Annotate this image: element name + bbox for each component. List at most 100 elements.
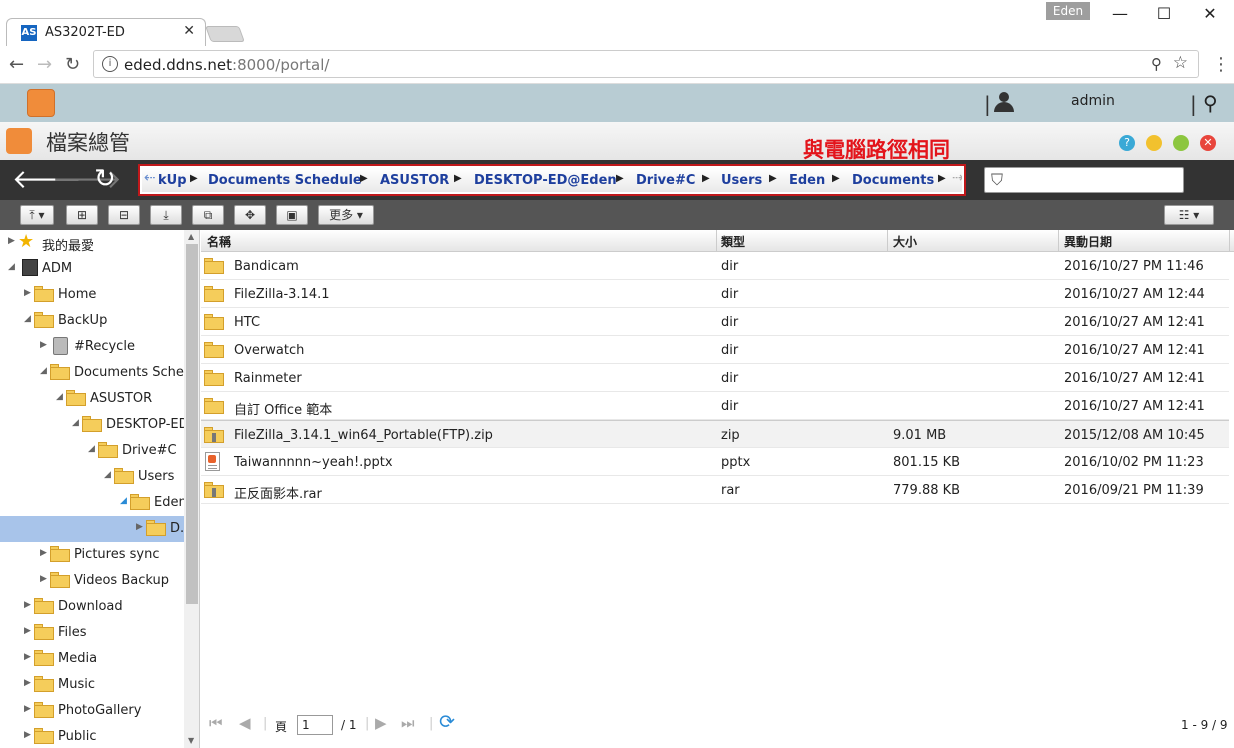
folder-icon bbox=[34, 624, 54, 640]
new-tab-button[interactable] bbox=[205, 26, 245, 42]
table-row[interactable]: FileZilla_3.14.1_win64_Portable(FTP).zip… bbox=[201, 420, 1229, 448]
next-page-icon[interactable]: ▶ bbox=[375, 714, 387, 732]
breadcrumb-item[interactable]: kUp bbox=[158, 173, 187, 188]
tree-label: Public bbox=[58, 729, 97, 744]
search-icon[interactable]: ⚲ bbox=[1203, 91, 1218, 115]
column-name[interactable]: 名稱 bbox=[207, 233, 231, 250]
file-type: dir bbox=[721, 371, 739, 386]
refresh-icon[interactable]: ↻ bbox=[94, 164, 116, 194]
table-row[interactable]: 正反面影本.rar rar 779.88 KB 2016/09/21 PM 11… bbox=[201, 476, 1229, 504]
maximize-icon[interactable]: ☐ bbox=[1154, 4, 1174, 23]
expand-icon: ▶ bbox=[8, 236, 15, 246]
scroll-left-icon[interactable]: ⇠ bbox=[144, 170, 156, 186]
star-icon: ★ bbox=[18, 231, 35, 252]
separator: | bbox=[263, 716, 268, 731]
column-modified[interactable]: 異動日期 bbox=[1064, 233, 1112, 250]
breadcrumb-item[interactable]: DESKTOP-ED@Eden bbox=[474, 173, 617, 188]
column-type[interactable]: 類型 bbox=[721, 233, 745, 250]
minimize-window-icon[interactable] bbox=[1146, 135, 1162, 151]
file-date: 2016/10/27 AM 12:41 bbox=[1064, 343, 1205, 358]
table-row[interactable]: HTC dir 2016/10/27 AM 12:41 bbox=[201, 308, 1229, 336]
window-titlebar: 檔案總管 bbox=[0, 122, 1234, 160]
table-row[interactable]: Overwatch dir 2016/10/27 AM 12:41 bbox=[201, 336, 1229, 364]
tree-label: #Recycle bbox=[74, 339, 135, 354]
breadcrumb-separator-icon: ▶ bbox=[454, 173, 462, 184]
file-date: 2016/10/27 AM 12:41 bbox=[1064, 399, 1205, 414]
back-icon[interactable]: ← bbox=[9, 54, 24, 75]
scroll-down-icon[interactable]: ▼ bbox=[188, 736, 194, 745]
move-button[interactable]: ✥ bbox=[234, 205, 266, 225]
file-type: rar bbox=[721, 483, 740, 498]
page-label: 頁 bbox=[275, 720, 288, 734]
breadcrumb-item[interactable]: Documents bbox=[852, 173, 934, 188]
reload-icon[interactable]: ↻ bbox=[65, 54, 80, 75]
user-icon[interactable] bbox=[994, 92, 1014, 112]
browser-tab[interactable]: AS AS3202T-ED ✕ bbox=[6, 18, 206, 46]
tree-label: Pictures sync bbox=[74, 547, 160, 562]
archive-button[interactable]: ⊟ bbox=[108, 205, 140, 225]
download-button[interactable]: ⤓ bbox=[150, 205, 182, 225]
upload-button[interactable]: ⤒ ▾ bbox=[20, 205, 54, 225]
file-explorer-app-icon[interactable] bbox=[27, 89, 55, 117]
table-row[interactable]: Taiwannnnn~yeah!.pptx pptx 801.15 KB 201… bbox=[201, 448, 1229, 476]
username-label[interactable]: admin bbox=[1071, 93, 1115, 109]
tree-label: Documents Sched bbox=[74, 365, 193, 380]
breadcrumb-separator-icon: ▶ bbox=[702, 173, 710, 184]
help-icon[interactable]: ? bbox=[1119, 135, 1135, 151]
forward-icon[interactable]: → bbox=[37, 54, 52, 75]
info-icon[interactable]: i bbox=[102, 56, 118, 72]
folder-icon bbox=[204, 342, 224, 358]
url-text: eded.ddns.net:8000/portal/ bbox=[124, 56, 330, 74]
filter-input[interactable]: ⛉ bbox=[984, 167, 1184, 193]
file-name: Rainmeter bbox=[234, 371, 302, 386]
folder-icon bbox=[34, 650, 54, 666]
tree-label: ASUSTOR bbox=[90, 391, 153, 406]
maximize-window-icon[interactable] bbox=[1173, 135, 1189, 151]
view-mode-button[interactable]: ☷ ▾ bbox=[1164, 205, 1214, 225]
table-row[interactable]: FileZilla-3.14.1 dir 2016/10/27 AM 12:44 bbox=[201, 280, 1229, 308]
close-window-icon[interactable]: ✕ bbox=[1200, 4, 1220, 23]
first-page-icon[interactable]: ⏮ bbox=[209, 714, 223, 732]
browser-menu-icon[interactable]: ⋮ bbox=[1212, 54, 1230, 75]
sidebar-scrollbar-thumb[interactable] bbox=[186, 244, 198, 604]
new-folder-button[interactable]: ⊞ bbox=[66, 205, 98, 225]
file-date: 2016/09/21 PM 11:39 bbox=[1064, 483, 1204, 498]
separator: | bbox=[365, 716, 370, 731]
table-row[interactable]: 自訂 Office 範本 dir 2016/10/27 AM 12:41 bbox=[201, 392, 1229, 420]
breadcrumb-separator-icon: ▶ bbox=[616, 173, 624, 184]
close-tab-icon[interactable]: ✕ bbox=[183, 23, 195, 39]
scroll-up-icon[interactable]: ▲ bbox=[188, 232, 194, 241]
column-size[interactable]: 大小 bbox=[893, 233, 917, 250]
url-input[interactable]: i eded.ddns.net:8000/portal/ ⚲ ☆ bbox=[93, 50, 1199, 78]
profile-badge[interactable]: Eden bbox=[1046, 2, 1090, 20]
refresh-list-icon[interactable]: ⟳ bbox=[439, 711, 455, 733]
collapse-icon: ◢ bbox=[104, 470, 111, 480]
pin-icon[interactable]: ⚲ bbox=[1151, 55, 1162, 73]
collapse-icon: ◢ bbox=[88, 444, 95, 454]
tree-label: PhotoGallery bbox=[58, 703, 142, 718]
table-row[interactable]: Bandicam dir 2016/10/27 PM 11:46 bbox=[201, 252, 1229, 280]
copy-button[interactable]: ⧉ bbox=[192, 205, 224, 225]
folder-icon bbox=[204, 370, 224, 386]
select-all-button[interactable]: ▣ bbox=[276, 205, 308, 225]
breadcrumb-item[interactable]: Users bbox=[721, 173, 762, 188]
last-page-icon[interactable]: ⏭ bbox=[401, 714, 415, 732]
previous-page-icon[interactable]: ◀ bbox=[239, 714, 251, 732]
page-number-input[interactable]: 1 bbox=[297, 715, 333, 735]
file-name: Overwatch bbox=[234, 343, 305, 358]
table-row[interactable]: Rainmeter dir 2016/10/27 AM 12:41 bbox=[201, 364, 1229, 392]
more-button[interactable]: 更多 ▾ bbox=[318, 205, 374, 225]
breadcrumb-item[interactable]: Eden bbox=[789, 173, 825, 188]
zip-archive-icon bbox=[204, 427, 224, 443]
breadcrumb-item[interactable]: Documents Schedule bbox=[208, 173, 362, 188]
folder-icon bbox=[146, 520, 166, 536]
minimize-icon[interactable]: — bbox=[1110, 4, 1130, 23]
file-type: dir bbox=[721, 399, 739, 414]
close-app-icon[interactable]: ✕ bbox=[1200, 135, 1216, 151]
bookmark-star-icon[interactable]: ☆ bbox=[1173, 53, 1188, 73]
breadcrumb-item[interactable]: ASUSTOR bbox=[380, 173, 449, 188]
tree-label: Videos Backup bbox=[74, 573, 169, 588]
file-explorer-logo-icon bbox=[6, 128, 32, 154]
breadcrumb-item[interactable]: Drive#C bbox=[636, 173, 695, 188]
scroll-right-icon[interactable]: ⇢ bbox=[952, 170, 962, 186]
